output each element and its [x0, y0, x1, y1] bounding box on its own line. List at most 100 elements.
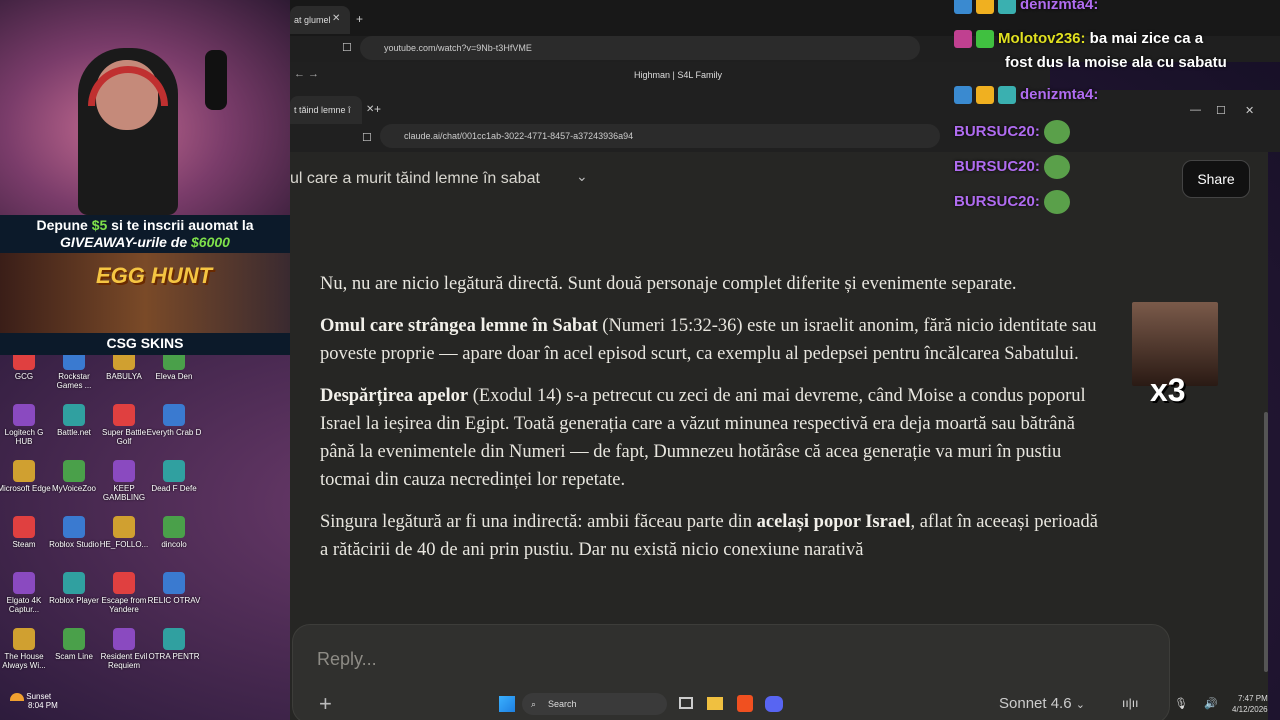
desktop-icon[interactable]: dincolo: [146, 516, 202, 549]
desktop-icon[interactable]: Steam: [0, 516, 52, 549]
url-text: claude.ai/chat/001cc1ab-3022-4771-8457-a…: [404, 131, 634, 141]
assistant-message: Nu, nu are nicio legătură directă. Sunt …: [320, 270, 1110, 578]
close-icon[interactable]: ✕: [1245, 104, 1254, 117]
chat-message: BURSUC20:: [954, 120, 1070, 144]
model-selector[interactable]: Sonnet 4.6 ⌄: [999, 695, 1085, 712]
desktop-icon[interactable]: KEEP GAMBLING: [96, 460, 152, 502]
desktop-icon-label: Battle.net: [57, 428, 91, 437]
desktop-icon-label: Roblox Studio: [49, 540, 99, 549]
egg-hunt-title: EGG HUNT: [96, 263, 213, 288]
chat-badge-icon: [976, 0, 994, 15]
tab-youtube[interactable]: at glumel: [290, 6, 350, 34]
desktop-icon[interactable]: Microsoft Edge: [0, 460, 52, 493]
tab-close-icon[interactable]: ✕: [332, 13, 340, 24]
bold-text: același popor Israel: [756, 512, 911, 532]
chevron-down-icon[interactable]: ⌄: [576, 168, 588, 185]
clock-date[interactable]: 4/12/2026: [1232, 705, 1268, 714]
taskbar-search[interactable]: ⌕ Search: [522, 693, 667, 715]
desktop-icon-label: Resident Evil Requiem: [100, 652, 148, 670]
desktop-icon[interactable]: OTRA PENTR: [146, 628, 202, 661]
browser-window-claude: t tăind lemne î ✕ + ☐ claude.ai/chat/001…: [290, 90, 1280, 152]
chat-badge-icon: [998, 86, 1016, 105]
system-tray: ıı|ıı 🎙 🔊 7:47 PM 4/12/2026: [1120, 692, 1280, 718]
app-icon: [63, 404, 85, 426]
add-attachment-button[interactable]: +: [319, 691, 332, 717]
desktop-icon-label: Everyth Crab D: [146, 428, 202, 437]
desktop-icon[interactable]: Elgato 4K Captur...: [0, 572, 52, 614]
desktop-icon-label: MyVoiceZoo: [51, 484, 97, 493]
task-view-icon[interactable]: [679, 697, 693, 709]
message-paragraph: Despărțirea apelor (Exodul 14) s-a petre…: [320, 382, 1110, 494]
promo-amount: $6000: [191, 234, 230, 250]
chat-text: ba mai zice ca a: [1085, 30, 1204, 47]
desktop-icon[interactable]: The House Always Wi...: [0, 628, 52, 670]
desktop-icon[interactable]: Logitech G HUB: [0, 404, 52, 446]
desktop-icon[interactable]: Resident Evil Requiem: [96, 628, 152, 670]
desktop-icon[interactable]: Escape from Yandere: [96, 572, 152, 614]
desktop-icon-label: Escape from Yandere: [101, 596, 147, 614]
weather-label: Sunset: [26, 692, 52, 701]
desktop-icon[interactable]: HE_FOLLO...: [96, 516, 152, 549]
chat-message: fost dus la moise ala cu sabatu: [1005, 54, 1227, 71]
desktop-icon[interactable]: Battle.net: [46, 404, 102, 437]
desktop-icon-label: The House Always Wi...: [2, 652, 46, 670]
sound-wave-icon[interactable]: ıı|ıı: [1122, 696, 1138, 710]
claude-chat-page: ul care a murit tăind lemne în sabat ⌄ S…: [290, 152, 1268, 720]
desktop-icon[interactable]: RELIC OTRAV: [146, 572, 202, 605]
chat-message: denizmta4:: [954, 0, 1098, 15]
volume-icon[interactable]: 🔊: [1204, 697, 1218, 710]
browser-window-highman: ← → Highman | S4L Family: [290, 62, 1050, 90]
chat-username: BURSUC20:: [954, 122, 1040, 140]
chat-username: BURSUC20:: [954, 157, 1040, 175]
desktop-icon[interactable]: Roblox Studio: [46, 516, 102, 549]
desktop-icon-label: BABULYA: [106, 372, 142, 381]
app-icon: [13, 628, 35, 650]
chat-badge-icon: [998, 0, 1016, 15]
back-arrow-icon[interactable]: ← →: [294, 68, 319, 80]
weather-icon: [10, 692, 24, 701]
app-icon: [13, 516, 35, 538]
address-bar[interactable]: claude.ai/chat/001cc1ab-3022-4771-8457-a…: [380, 124, 940, 148]
address-bar[interactable]: youtube.com/watch?v=9Nb-t3HfVME: [360, 36, 920, 60]
desktop-icon[interactable]: Roblox Player: [46, 572, 102, 605]
microphone-icon: [205, 50, 227, 110]
promo-line1: Depune $5 si te inscrii auomat la: [0, 217, 290, 233]
minimize-icon[interactable]: —: [1190, 104, 1201, 116]
promo-text: si te inscrii auomat la: [107, 217, 254, 233]
maximize-icon[interactable]: ☐: [1216, 104, 1226, 117]
windows-start-icon[interactable]: [499, 696, 515, 712]
file-explorer-icon[interactable]: [707, 697, 723, 710]
chat-badge-icon: [954, 86, 972, 105]
bold-text: Despărțirea apelor: [320, 386, 469, 406]
window-title: Highman | S4L Family: [634, 70, 723, 80]
chat-message: BURSUC20:: [954, 155, 1070, 179]
new-tab-icon[interactable]: +: [356, 12, 363, 26]
desktop-icon[interactable]: Scam Line: [46, 628, 102, 661]
bookmark-icon[interactable]: ☐: [362, 131, 372, 144]
meme-multiplier: x3: [1150, 372, 1186, 408]
reply-input[interactable]: Reply...: [317, 649, 377, 670]
bookmark-icon[interactable]: ☐: [342, 41, 352, 54]
clock-time[interactable]: 7:47 PM: [1238, 694, 1268, 703]
message-paragraph: Nu, nu are nicio legătură directă. Sunt …: [320, 270, 1110, 298]
text: Singura legătură ar fi una indirectă: am…: [320, 512, 757, 532]
share-button[interactable]: Share: [1182, 160, 1250, 198]
desktop-icon[interactable]: Dead F Defe: [146, 460, 202, 493]
discord-icon[interactable]: [765, 696, 783, 712]
brave-browser-icon[interactable]: [737, 695, 753, 712]
desktop-icon-label: dincolo: [161, 540, 187, 549]
mic-icon[interactable]: 🎙: [1174, 697, 1188, 710]
search-label: Search: [548, 699, 577, 709]
desktop-icon[interactable]: MyVoiceZoo: [46, 460, 102, 493]
app-icon: [13, 572, 35, 594]
model-label: Sonnet 4.6: [999, 695, 1072, 712]
new-tab-icon[interactable]: +: [374, 102, 381, 116]
tab-claude[interactable]: t tăind lemne î: [290, 96, 362, 124]
chat-title[interactable]: ul care a murit tăind lemne în sabat: [290, 170, 540, 188]
desktop-icon[interactable]: Super Battle Golf: [96, 404, 152, 446]
desktop-icon-label: GCG: [14, 372, 34, 381]
desktop-icon[interactable]: Everyth Crab D: [146, 404, 202, 437]
app-icon: [113, 516, 135, 538]
scrollbar[interactable]: [1264, 412, 1268, 672]
weather-widget[interactable]: Sunset 8:04 PM: [10, 692, 58, 710]
